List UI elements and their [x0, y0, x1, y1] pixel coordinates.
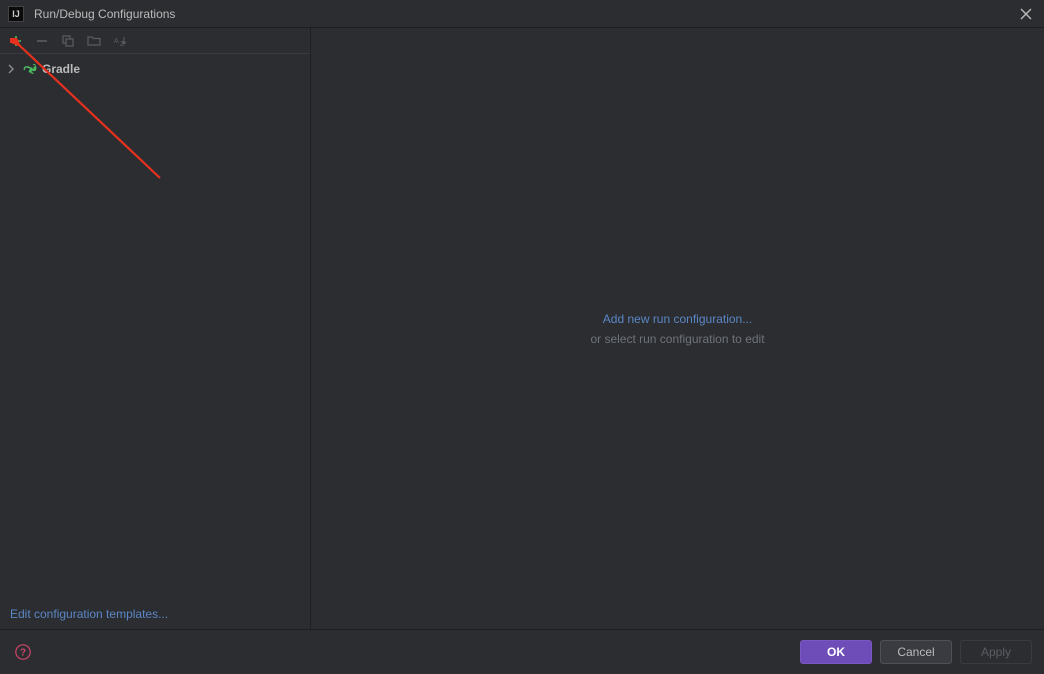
apply-button[interactable]: Apply — [960, 640, 1032, 664]
sidebar-toolbar: A Z — [0, 28, 310, 54]
folder-button[interactable] — [84, 31, 104, 51]
app-icon: IJ — [8, 6, 24, 22]
help-icon: ? — [14, 643, 32, 661]
sidebar: A Z Gradle Edit — [0, 28, 311, 629]
tree-item-gradle[interactable]: Gradle — [0, 58, 310, 80]
sort-icon: A Z — [113, 34, 127, 48]
titlebar: IJ Run/Debug Configurations — [0, 0, 1044, 28]
content-panel: Add new run configuration... or select r… — [311, 28, 1044, 629]
sort-button[interactable]: A Z — [110, 31, 130, 51]
folder-icon — [87, 34, 101, 48]
svg-text:?: ? — [20, 648, 26, 659]
add-new-config-link[interactable]: Add new run configuration... — [603, 312, 752, 326]
minus-icon — [35, 34, 49, 48]
window-title: Run/Debug Configurations — [34, 7, 1016, 21]
gradle-icon — [22, 61, 38, 77]
chevron-right-icon — [4, 62, 18, 76]
footer: ? OK Cancel Apply — [0, 630, 1044, 674]
tree-item-label: Gradle — [42, 62, 80, 76]
svg-text:A: A — [114, 38, 119, 45]
close-icon — [1020, 8, 1032, 20]
remove-config-button[interactable] — [32, 31, 52, 51]
add-config-button[interactable] — [6, 31, 26, 51]
close-button[interactable] — [1016, 4, 1036, 24]
help-button[interactable]: ? — [12, 641, 34, 663]
config-tree: Gradle — [0, 54, 310, 599]
copy-config-button[interactable] — [58, 31, 78, 51]
content-subtext: or select run configuration to edit — [590, 332, 764, 346]
main-area: A Z Gradle Edit — [0, 28, 1044, 630]
cancel-button[interactable]: Cancel — [880, 640, 952, 664]
edit-templates-link[interactable]: Edit configuration templates... — [0, 599, 310, 629]
plus-icon — [9, 34, 23, 48]
copy-icon — [61, 34, 75, 48]
ok-button[interactable]: OK — [800, 640, 872, 664]
